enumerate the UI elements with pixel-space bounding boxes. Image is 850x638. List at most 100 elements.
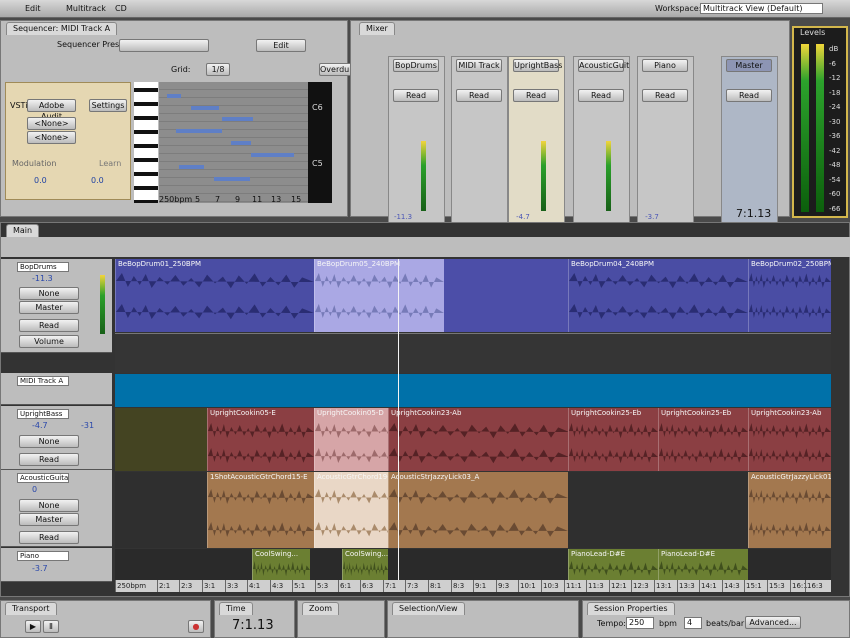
channel-volume: -11.3 (393, 213, 413, 221)
track-automation[interactable]: Read (19, 531, 79, 544)
channel-name[interactable]: UprightBass (513, 59, 562, 72)
none-output-select[interactable]: <None> (27, 131, 76, 144)
track-input[interactable]: None (19, 499, 79, 512)
track-volume: -11.3 (32, 274, 53, 283)
piano-clip-1[interactable]: CoolSwing... (252, 549, 310, 582)
bass-clip-6[interactable]: UprightCookin23-Ab (748, 408, 831, 471)
track-name[interactable]: BopDrums (17, 262, 69, 272)
level-meter-right (816, 44, 824, 212)
track-name[interactable]: UprightBass (17, 409, 69, 419)
main-panel: Main BopDrums -11.3 None Master Read Vol… (0, 222, 850, 597)
mixer-channel-piano: Piano Read -3.7 (637, 56, 694, 231)
selection-view-panel: Selection/View (387, 600, 579, 638)
bass-clip-3[interactable]: UprightCookin23-Ab (388, 408, 569, 471)
measure-7: 7 (215, 195, 221, 204)
mixer-tab[interactable]: Mixer (359, 22, 395, 35)
timeline-ruler[interactable]: 250bpm 2:1 2:3 3:1 3:3 4:1 4:3 5:1 5:3 6:1 6:3 7:1 7… (115, 580, 831, 592)
bass-clip-5[interactable]: UprightCookin25-Eb (658, 408, 748, 471)
track-input[interactable]: None (19, 435, 79, 448)
workspace-label: Workspace: (655, 4, 702, 13)
track-envelope[interactable]: Volume (19, 335, 79, 348)
zoom-panel: Zoom (297, 600, 385, 638)
channel-automation[interactable]: Read (578, 89, 624, 102)
piano-keys (134, 82, 158, 203)
track-output[interactable]: Master (19, 513, 79, 526)
sequencer-edit-select[interactable]: Edit (256, 39, 306, 52)
mixer-panel: Mixer BopDrums Read -11.3 MIDI Track Read U… (350, 20, 790, 231)
beats-input[interactable]: 4 (684, 617, 702, 629)
measure-5: 5 (195, 195, 201, 204)
drum-clip-4[interactable]: BeBopDrum02_250BPM (748, 259, 831, 332)
drum-clip-1[interactable]: BeBopDrum01_250BPM (115, 259, 314, 332)
track-automation[interactable]: Read (19, 453, 79, 466)
volume-envelope-lane[interactable] (115, 333, 831, 373)
channel-automation[interactable]: Read (642, 89, 688, 102)
channel-automation[interactable]: Read (456, 89, 502, 102)
channel-name[interactable]: MIDI Track (456, 59, 502, 72)
play-button[interactable]: ▶ (25, 620, 41, 633)
advanced-button[interactable]: Advanced... (745, 616, 801, 629)
session-properties-tab[interactable]: Session Properties (587, 602, 675, 615)
guitar-clip-3[interactable]: AcousticStrJazzyLick03_A (388, 472, 568, 548)
record-button[interactable]: ● (188, 620, 204, 633)
pause-button[interactable]: Ⅱ (43, 620, 59, 633)
workspace-select[interactable]: Multitrack View (Default) (700, 3, 823, 14)
channel-name[interactable]: AcousticGuit (578, 59, 629, 72)
bass-clip-1[interactable]: UprightCookin05-E (207, 408, 314, 471)
piano-roll[interactable] (159, 82, 308, 203)
channel-automation[interactable]: Read (393, 89, 439, 102)
settings-button[interactable]: Settings (89, 99, 127, 112)
midi-lane (115, 374, 831, 407)
sequencer-tab[interactable]: Sequencer: MIDI Track A (6, 22, 118, 35)
grid-select[interactable]: 1/8 (206, 63, 230, 76)
guitar-clip-4[interactable]: AcousticGtrJazzyLick01_A (748, 472, 831, 548)
vsti-select[interactable]: Adobe Audit (27, 99, 76, 121)
track-name[interactable]: AcousticGuita (17, 473, 69, 483)
measure-11: 11 (252, 195, 263, 204)
drum-clip-3[interactable]: BeBopDrum04_240BPM (568, 259, 748, 332)
grid-label: Grid: (171, 65, 191, 74)
learn-button[interactable]: Learn (99, 159, 121, 168)
measure-13: 13 (271, 195, 282, 204)
mixer-channel-bopdrums: BopDrums Read -11.3 (388, 56, 445, 231)
piano-clip-4[interactable]: PianoLead-D#E (658, 549, 748, 582)
selection-view-tab[interactable]: Selection/View (392, 602, 465, 615)
track-name[interactable]: Piano (17, 551, 69, 561)
multitrack-view-button[interactable]: Multitrack (66, 4, 106, 13)
piano-clip-3[interactable]: PianoLead-D#E (568, 549, 658, 582)
measure-15: 15 (291, 195, 302, 204)
channel-name[interactable]: BopDrums (393, 59, 439, 72)
beats-label: beats/bar (706, 619, 745, 628)
main-tab[interactable]: Main (6, 224, 40, 237)
cd-view-button[interactable]: CD (115, 4, 127, 13)
playhead[interactable] (398, 259, 399, 583)
piano-clip-2[interactable]: CoolSwing... (342, 549, 388, 582)
zoom-tab[interactable]: Zoom (302, 602, 340, 615)
time-tab[interactable]: Time (219, 602, 253, 615)
track-automation[interactable]: Read (19, 319, 79, 332)
track-name[interactable]: MIDI Track A (17, 376, 69, 386)
channel-automation[interactable]: Read (513, 89, 559, 102)
guitar-clip-1[interactable]: 1ShotAcousticGtrChord15-E (207, 472, 314, 548)
levels-tab[interactable]: Levels (800, 28, 825, 37)
level-meter-left (801, 44, 809, 212)
sequencer-preset-select[interactable] (119, 39, 209, 52)
octave-labels: C6 C5 (308, 82, 332, 203)
track-output[interactable]: Master (19, 301, 79, 314)
transport-tab[interactable]: Transport (5, 602, 57, 615)
channel-name[interactable]: Master (726, 59, 772, 72)
overdub-button[interactable]: Overdub (319, 63, 354, 76)
edit-view-button[interactable]: Edit (25, 4, 41, 13)
none-input-select[interactable]: <None> (27, 117, 76, 130)
track-input[interactable]: None (19, 287, 79, 300)
track-header-midi: MIDI Track A (1, 373, 112, 405)
channel-automation[interactable]: Read (726, 89, 772, 102)
timeline-area[interactable]: BeBopDrum01_250BPM BeBopDrum05_240BPM Be… (115, 259, 831, 583)
mixer-time-display: 7:1.13 (736, 207, 772, 220)
channel-name[interactable]: Piano (642, 59, 688, 72)
tempo-input[interactable]: 250 (626, 617, 654, 629)
pan-value: 0.0 (91, 176, 104, 185)
bass-clip-4[interactable]: UprightCookin25-Eb (568, 408, 658, 471)
drum-clip-2[interactable]: BeBopDrum05_240BPM (314, 259, 444, 332)
track-pan: -31 (81, 421, 95, 430)
